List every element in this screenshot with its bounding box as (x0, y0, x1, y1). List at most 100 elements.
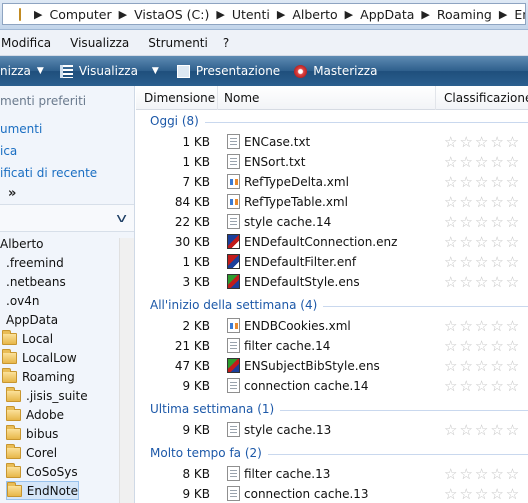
file-row[interactable]: 9 KB style cache.13 ☆☆☆☆☆ (136, 420, 528, 440)
file-icon (227, 486, 240, 501)
tree-item[interactable]: .jisis_suite (6, 386, 88, 405)
command-bar: nizza ▼ Visualizza ▼ Presentazione Maste… (0, 56, 528, 86)
file-row[interactable]: 9 KB connection cache.14 ☆☆☆☆☆ (136, 376, 528, 396)
file-size: 8 KB (182, 467, 210, 481)
group-header[interactable]: All'inizio della settimana (4) (150, 298, 317, 312)
tree-item[interactable]: Adobe (6, 405, 64, 424)
breadcrumb-item[interactable]: VistaOS (C:) (134, 7, 209, 22)
menu-modifica[interactable]: Modifica (1, 36, 60, 50)
breadcrumb-item[interactable]: Roaming (437, 7, 492, 22)
column-header-name[interactable]: Nome (224, 86, 436, 110)
rating-stars[interactable]: ☆☆☆☆☆ (444, 133, 521, 151)
folders-divider[interactable]: v (0, 204, 134, 232)
rating-stars[interactable]: ☆☆☆☆☆ (444, 317, 521, 335)
file-row[interactable]: 2 KB ENDBCookies.xml ☆☆☆☆☆ (136, 316, 528, 336)
file-row[interactable]: 84 KB RefTypeTable.xml ☆☆☆☆☆ (136, 192, 528, 212)
file-icon (227, 378, 240, 393)
slideshow-button[interactable]: Presentazione (176, 64, 280, 78)
rating-stars[interactable]: ☆☆☆☆☆ (444, 213, 521, 231)
views-icon (59, 64, 73, 78)
breadcrumb-item[interactable]: Computer (49, 7, 111, 22)
rating-stars[interactable]: ☆☆☆☆☆ (444, 421, 521, 439)
breadcrumb-item[interactable]: AppData (360, 7, 414, 22)
menu-help[interactable]: ? (217, 36, 238, 50)
tree-item[interactable]: Local (2, 329, 53, 348)
rating-stars[interactable]: ☆☆☆☆☆ (444, 153, 521, 171)
tree-item[interactable]: EndNote (6, 481, 79, 500)
breadcrumb-item[interactable]: Alberto (292, 7, 337, 22)
tree-item[interactable]: .netbeans (6, 272, 66, 291)
group-header[interactable]: Oggi (8) (150, 114, 199, 128)
tree-item[interactable]: bibus (6, 424, 58, 443)
rating-stars[interactable]: ☆☆☆☆☆ (444, 485, 521, 503)
rating-stars[interactable]: ☆☆☆☆☆ (444, 193, 521, 211)
tree-item-label: Corel (26, 445, 58, 460)
favorite-link-recent[interactable]: ificati di recente (0, 166, 97, 180)
file-row[interactable]: 21 KB filter cache.14 ☆☆☆☆☆ (136, 336, 528, 356)
tree-scrollbar[interactable] (119, 238, 134, 503)
folder-icon (6, 386, 21, 402)
more-links-button[interactable]: » (8, 186, 16, 201)
slideshow-icon (176, 64, 190, 78)
breadcrumb-separator-icon[interactable]: ▶ (277, 8, 285, 21)
tree-item-label: CoSoSys (26, 464, 78, 479)
tree-item[interactable]: Roaming (2, 367, 75, 386)
rating-stars[interactable]: ☆☆☆☆☆ (444, 337, 521, 355)
breadcrumb-separator-icon[interactable]: ▶ (345, 8, 353, 21)
column-header-size[interactable]: Dimensione (144, 86, 218, 110)
breadcrumb-separator-icon[interactable]: ▶ (119, 8, 127, 21)
file-row[interactable]: 9 KB connection cache.13 ☆☆☆☆☆ (136, 484, 528, 503)
favorite-link-music[interactable]: ica (0, 144, 17, 158)
file-row[interactable]: 8 KB filter cache.13 ☆☆☆☆☆ (136, 464, 528, 484)
breadcrumb: ▶ Computer ▶ VistaOS (C:) ▶ Utenti ▶ Alberto ▶ Ap… (27, 7, 525, 22)
file-row[interactable]: 1 KB ENSort.txt ☆☆☆☆☆ (136, 152, 528, 172)
rating-stars[interactable]: ☆☆☆☆☆ (444, 233, 521, 251)
rating-stars[interactable]: ☆☆☆☆☆ (444, 465, 521, 483)
group-header[interactable]: Molto tempo fa (2) (150, 446, 262, 460)
rating-stars[interactable]: ☆☆☆☆☆ (444, 377, 521, 395)
file-size: 21 KB (174, 339, 210, 353)
menu-strumenti[interactable]: Strumenti (138, 36, 217, 50)
file-name: RefTypeDelta.xml (244, 175, 349, 189)
tree-item[interactable]: .freemind (6, 253, 64, 272)
tree-item[interactable]: CoSoSys (6, 462, 78, 481)
organize-button[interactable]: nizza ▼ (0, 64, 44, 78)
tree-item[interactable]: LocalLow (2, 348, 77, 367)
favorite-links-header: menti preferiti (0, 94, 87, 108)
breadcrumb-separator-icon[interactable]: ▶ (421, 8, 429, 21)
organize-label: nizza (0, 64, 31, 78)
views-button[interactable]: Visualizza ▼ (59, 64, 159, 78)
file-size: 3 KB (182, 275, 210, 289)
burn-label: Masterizza (313, 64, 378, 78)
burn-button[interactable]: Masterizza (294, 64, 377, 78)
file-row[interactable]: 1 KB ENDefaultFilter.enf ☆☆☆☆☆ (136, 252, 528, 272)
breadcrumb-separator-icon[interactable]: ▶ (499, 8, 507, 21)
tree-item-label: bibus (26, 426, 59, 441)
file-row[interactable]: 1 KB ENCase.txt ☆☆☆☆☆ (136, 132, 528, 152)
breadcrumb-item[interactable]: EndNote (514, 7, 525, 22)
rating-stars[interactable]: ☆☆☆☆☆ (444, 173, 521, 191)
file-row[interactable]: 47 KB ENSubjectBibStyle.ens ☆☆☆☆☆ (136, 356, 528, 376)
rating-stars[interactable]: ☆☆☆☆☆ (444, 273, 521, 291)
address-box[interactable]: ▶ Computer ▶ VistaOS (C:) ▶ Utenti ▶ Alberto ▶ Ap… (2, 3, 526, 25)
column-header-rating[interactable]: Classificazione (444, 86, 528, 110)
menu-visualizza[interactable]: Visualizza (60, 36, 138, 50)
tree-item[interactable]: AppData (6, 310, 58, 329)
group-header[interactable]: Ultima settimana (1) (150, 402, 274, 416)
file-row[interactable]: 30 KB ENDefaultConnection.enz ☆☆☆☆☆ (136, 232, 528, 252)
folder-icon (6, 405, 21, 421)
file-row[interactable]: 22 KB style cache.14 ☆☆☆☆☆ (136, 212, 528, 232)
tree-item[interactable]: Corel (6, 443, 57, 462)
file-size: 47 KB (174, 359, 210, 373)
file-row[interactable]: 3 KB ENDefaultStyle.ens ☆☆☆☆☆ (136, 272, 528, 292)
rating-stars[interactable]: ☆☆☆☆☆ (444, 357, 521, 375)
tree-item[interactable]: Alberto (0, 234, 44, 253)
favorite-link-documents[interactable]: umenti (0, 122, 42, 136)
tree-item[interactable]: .ov4n (6, 291, 40, 310)
file-name: ENDBCookies.xml (244, 319, 351, 333)
file-row[interactable]: 7 KB RefTypeDelta.xml ☆☆☆☆☆ (136, 172, 528, 192)
breadcrumb-separator-icon[interactable]: ▶ (34, 8, 42, 21)
breadcrumb-separator-icon[interactable]: ▶ (216, 8, 224, 21)
rating-stars[interactable]: ☆☆☆☆☆ (444, 253, 521, 271)
breadcrumb-item[interactable]: Utenti (232, 7, 270, 22)
